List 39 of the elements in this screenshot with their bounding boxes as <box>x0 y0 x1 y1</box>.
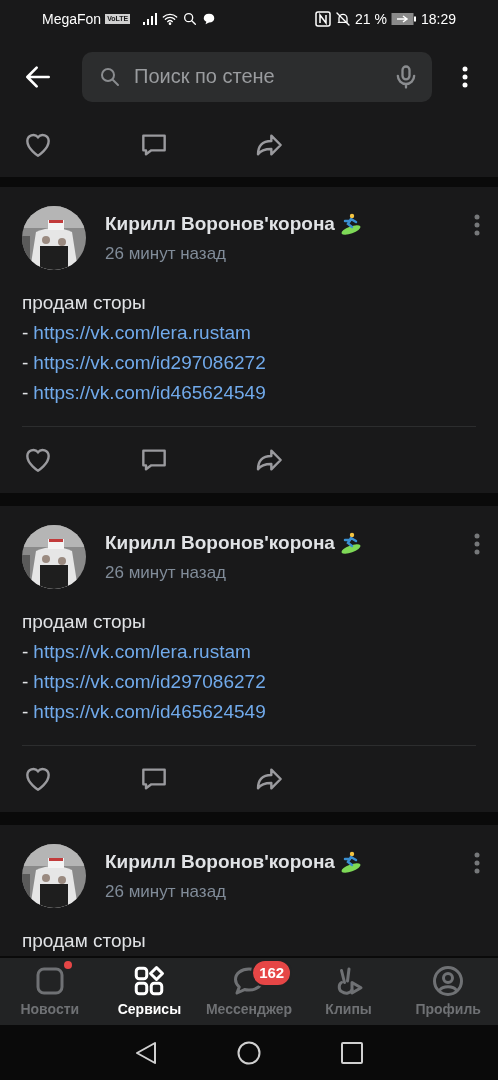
home-circle-icon[interactable] <box>237 1040 261 1065</box>
post-time: 26 минут назад <box>105 242 228 265</box>
search-icon <box>182 11 199 27</box>
message-icon <box>202 12 217 26</box>
post-link[interactable]: https://vk.com/id465624549 <box>33 697 266 727</box>
clock: 18:29 <box>420 9 456 29</box>
list-dash: - <box>22 670 29 694</box>
post-text: продам сторы <box>22 291 147 315</box>
battery-icon <box>390 12 417 26</box>
list-dash: - <box>22 640 29 664</box>
carrier-name: MegaFon <box>42 9 102 29</box>
author-name[interactable]: Кирилл Воронов'корона <box>105 210 335 239</box>
signal-icon <box>142 12 159 26</box>
nfc-icon <box>315 11 332 27</box>
post-text: продам сторы <box>22 610 147 634</box>
post-time: 26 минут назад <box>105 880 228 903</box>
more-icon[interactable] <box>462 65 468 88</box>
unread-badge: 162 <box>251 959 293 987</box>
list-dash: - <box>22 351 29 375</box>
post-time: 26 минут назад <box>105 561 228 584</box>
post-link[interactable]: https://vk.com/lera.rustam <box>33 318 251 348</box>
nav-tab[interactable]: Сервисы <box>99 958 200 1025</box>
recents-square-icon[interactable] <box>341 1041 363 1064</box>
battery-percent: 21 % <box>355 9 387 29</box>
post-text: продам сторы <box>22 929 147 953</box>
post-link[interactable]: https://vk.com/id465624549 <box>33 378 266 408</box>
author-name[interactable]: Кирилл Воронов'корона <box>105 848 335 877</box>
list-dash: - <box>22 700 29 724</box>
list-dash: - <box>22 381 29 405</box>
muted-bell-icon <box>335 11 352 27</box>
author-name[interactable]: Кирилл Воронов'корона <box>105 529 335 558</box>
post-link[interactable]: https://vk.com/id297086272 <box>33 348 266 378</box>
wifi-icon <box>162 11 179 27</box>
post-link[interactable]: https://vk.com/id297086272 <box>33 667 266 697</box>
nav-tab[interactable]: Мессенджер 162 <box>199 958 299 1025</box>
list-dash: - <box>22 321 29 345</box>
post-link[interactable]: https://vk.com/lera.rustam <box>33 637 251 667</box>
search-field[interactable]: Поиск по стене <box>82 51 432 102</box>
back-triangle-icon[interactable] <box>135 1040 157 1065</box>
